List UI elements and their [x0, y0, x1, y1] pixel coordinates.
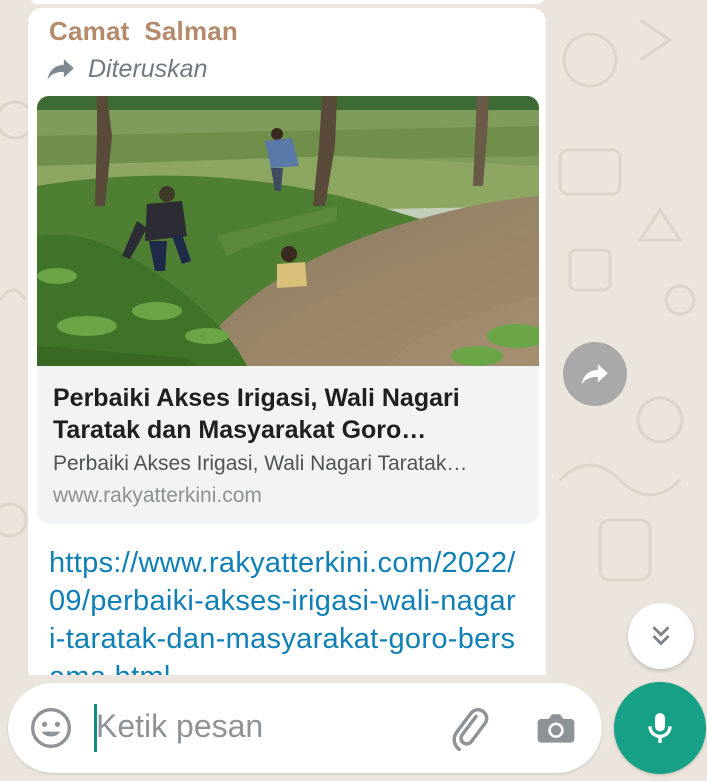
share-forward-icon	[581, 364, 608, 385]
voice-record-button[interactable]	[614, 682, 706, 774]
preview-description: Perbaiki Akses Irigasi, Wali Nagari Tara…	[53, 452, 468, 475]
preview-domain: www.rakyatterkini.com	[53, 484, 262, 507]
forwarded-indicator: Diteruskan	[44, 52, 208, 86]
camera-icon[interactable]	[534, 706, 578, 750]
link-preview-card[interactable]: Perbaiki Akses Irigasi, Wali Nagari Tara…	[37, 96, 539, 524]
paperclip-icon[interactable]	[446, 705, 492, 751]
message-input[interactable]: Ketik pesan	[96, 708, 263, 745]
forwarded-label: Diteruskan	[88, 54, 208, 83]
forward-message-button[interactable]	[563, 342, 627, 406]
sender-name[interactable]: Camat Salman	[49, 16, 238, 47]
forward-arrow-icon	[47, 59, 74, 80]
preview-title[interactable]: Perbaiki Akses Irigasi, Wali Nagari Tara…	[53, 382, 523, 446]
scroll-to-bottom-button[interactable]	[628, 603, 694, 669]
chat-area[interactable]: Camat Salman Diteruskan Perbaiki Akses I…	[0, 0, 707, 675]
emoji-icon[interactable]	[29, 706, 73, 750]
message-bubble[interactable]: Camat Salman Diteruskan Perbaiki Akses I…	[28, 8, 546, 675]
preview-image[interactable]	[37, 96, 539, 366]
message-link[interactable]: https://www.rakyatterkini.com/2022/09/pe…	[49, 544, 519, 675]
message-composer[interactable]: Ketik pesan	[8, 683, 602, 773]
double-chevron-down-icon	[652, 626, 670, 646]
microphone-icon	[648, 713, 672, 743]
